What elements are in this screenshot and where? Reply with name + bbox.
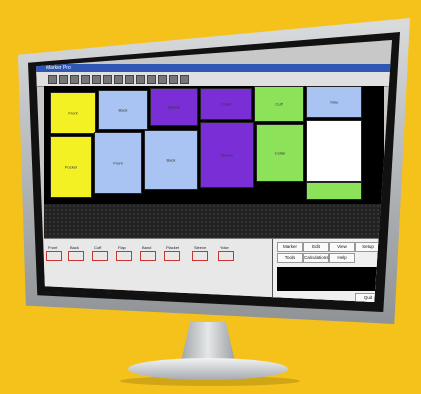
piece-item-label[interactable]: Cuff (94, 245, 101, 250)
status-util-value: 86 (81, 290, 86, 295)
setup-button[interactable]: Setup (355, 242, 381, 252)
pattern-piece[interactable] (306, 182, 362, 200)
pattern-piece[interactable]: Collar (256, 124, 304, 182)
save-icon[interactable] (70, 74, 79, 84)
help-button[interactable]: Help (329, 253, 355, 263)
status-util-label: Util. (105, 290, 113, 295)
piece-item-label[interactable]: Flap (118, 245, 126, 250)
app-window: Marker Pro Front Back Sleeve Collar Cuff… (36, 40, 392, 302)
piece-thumbnail[interactable] (164, 251, 180, 261)
pattern-piece[interactable]: Cuff (254, 86, 304, 122)
piece-item-label[interactable]: Back (70, 245, 79, 250)
piece-thumbnail[interactable] (116, 251, 132, 261)
piece-thumbnail[interactable] (46, 251, 62, 261)
marker-overflow-area (44, 204, 384, 238)
piece-item-label[interactable]: Placket (166, 245, 179, 250)
piece-thumbnail[interactable] (218, 251, 234, 261)
pattern-piece[interactable]: Collar (200, 88, 252, 120)
pattern-piece[interactable]: Back (98, 90, 148, 130)
pattern-piece[interactable]: Sleeve (200, 122, 254, 188)
info-panel (277, 267, 381, 291)
pattern-piece[interactable]: Pocket (50, 136, 92, 198)
toolbar (36, 72, 392, 87)
new-icon[interactable] (48, 74, 57, 84)
marker-canvas[interactable]: Front Back Sleeve Collar Cuff Yoke Pocke… (44, 86, 384, 204)
piece-thumbnail[interactable] (68, 251, 84, 261)
piece-item-label[interactable]: Yoke (220, 245, 229, 250)
print-icon[interactable] (81, 74, 90, 84)
pattern-piece[interactable]: Front (94, 132, 142, 194)
tools-button[interactable]: Tools (277, 253, 303, 263)
open-icon[interactable] (59, 74, 68, 84)
zoom-out-icon[interactable] (114, 74, 123, 84)
piece-thumbnail[interactable] (92, 251, 108, 261)
piece-item-label[interactable]: Sleeve (194, 245, 206, 250)
piece-thumbnail[interactable] (192, 251, 208, 261)
piece-item-label[interactable]: Front (48, 245, 57, 250)
pattern-piece[interactable]: Sleeve (150, 88, 198, 126)
grid-icon[interactable] (158, 74, 167, 84)
settings-icon[interactable] (147, 74, 156, 84)
pattern-piece[interactable] (306, 120, 362, 182)
redo-icon[interactable] (180, 74, 189, 84)
status-bar: 71,96 77.69 86 Util. Clk Best Pos (40, 290, 360, 298)
calculations-button[interactable]: Calculations (303, 253, 329, 263)
marker-button[interactable]: Marker (277, 242, 303, 252)
piece-thumbnail[interactable] (140, 251, 156, 261)
pattern-piece[interactable]: Back (144, 130, 198, 190)
rotate-icon[interactable] (125, 74, 134, 84)
status-coords: 71,96 77.69 (40, 290, 62, 295)
view-button[interactable]: View (329, 242, 355, 252)
edit-button[interactable]: Edit (303, 242, 329, 252)
cut-icon[interactable] (92, 74, 101, 84)
flip-icon[interactable] (136, 74, 145, 84)
status-mode: Clk Best Pos (132, 290, 156, 295)
undo-icon[interactable] (169, 74, 178, 84)
monitor-base (128, 358, 288, 380)
pattern-piece[interactable]: Front (50, 92, 96, 134)
zoom-in-icon[interactable] (103, 74, 112, 84)
pattern-piece[interactable]: Yoke (306, 86, 362, 118)
piece-item-label[interactable]: Band (142, 245, 151, 250)
window-titlebar: Marker Pro (36, 64, 392, 72)
